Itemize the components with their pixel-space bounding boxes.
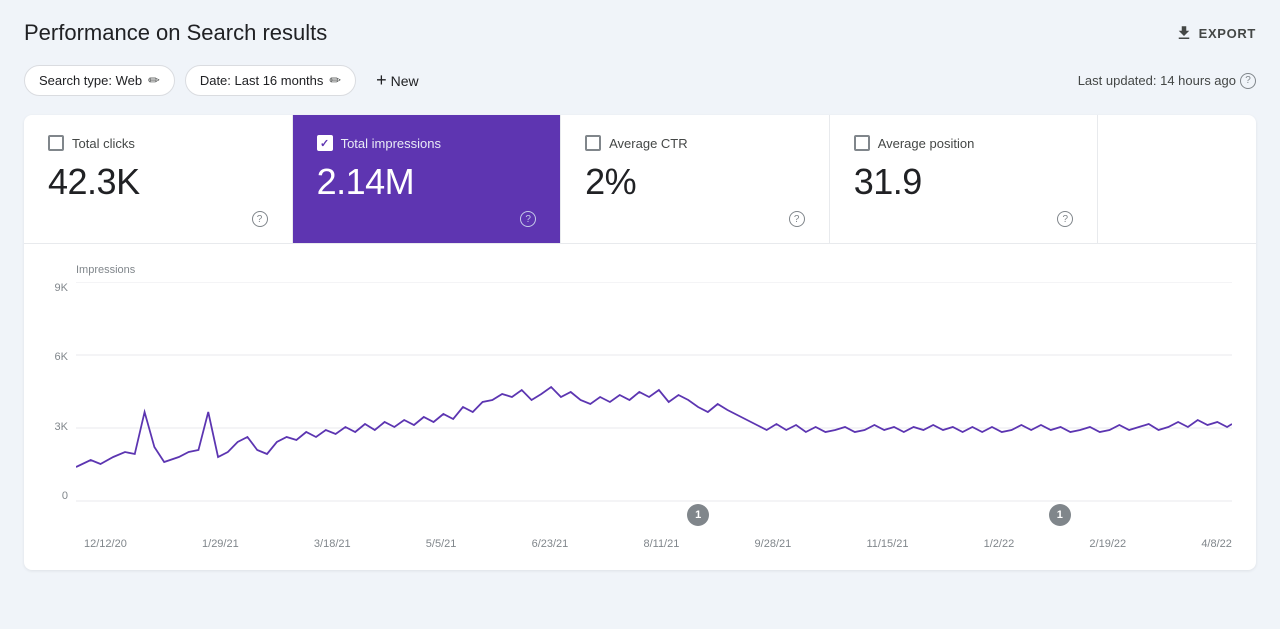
total-impressions-info-icon[interactable]: ? <box>520 211 536 227</box>
total-impressions-checkbox[interactable]: ✓ <box>317 135 333 151</box>
total-clicks-value: 42.3K <box>48 161 268 203</box>
last-updated: Last updated: 14 hours ago ? <box>1078 73 1256 89</box>
plus-icon: + <box>376 70 387 91</box>
average-position-label: Average position <box>878 136 975 151</box>
x-tick-5: 8/11/21 <box>643 538 679 550</box>
x-tick-7: 11/15/21 <box>866 538 908 550</box>
x-tick-6: 9/28/21 <box>755 538 792 550</box>
y-axis-label: Impressions <box>76 264 1232 276</box>
export-label: EXPORT <box>1199 26 1256 41</box>
x-tick-8: 1/2/22 <box>984 538 1015 550</box>
chart-plot <box>76 282 1232 502</box>
total-impressions-value: 2.14M <box>317 161 537 203</box>
checkmark-active-icon: ✓ <box>320 137 329 150</box>
date-label: Date: Last 16 months <box>200 73 324 88</box>
total-clicks-checkbox[interactable]: ✓ <box>48 135 64 151</box>
y-tick-9k: 9K <box>55 282 68 294</box>
total-impressions-label: Total impressions <box>341 136 441 151</box>
export-button[interactable]: EXPORT <box>1175 24 1256 42</box>
y-tick-0: 0 <box>62 490 68 502</box>
total-clicks-label: Total clicks <box>72 136 135 151</box>
average-position-checkbox[interactable]: ✓ <box>854 135 870 151</box>
x-tick-1: 1/29/21 <box>202 538 239 550</box>
annotation-dot-2[interactable]: 1 <box>1049 504 1071 526</box>
search-type-label: Search type: Web <box>39 73 142 88</box>
main-card: ✓ Total clicks 42.3K ? ✓ Total impressio… <box>24 115 1256 570</box>
total-clicks-info-icon[interactable]: ? <box>252 211 268 227</box>
metric-card-average-position[interactable]: ✓ Average position 31.9 ? <box>830 115 1099 243</box>
average-position-info-icon[interactable]: ? <box>1057 211 1073 227</box>
chart-svg <box>76 282 1232 502</box>
metrics-row: ✓ Total clicks 42.3K ? ✓ Total impressio… <box>24 115 1256 244</box>
metric-card-average-ctr[interactable]: ✓ Average CTR 2% ? <box>561 115 830 243</box>
x-tick-9: 2/19/22 <box>1089 538 1126 550</box>
search-type-filter[interactable]: Search type: Web ✏ <box>24 65 175 96</box>
chart-area: Impressions 9K 6K 3K 0 <box>24 244 1256 570</box>
x-axis: 12/12/20 1/29/21 3/18/21 5/5/21 6/23/21 … <box>84 538 1232 550</box>
y-tick-6k: 6K <box>55 351 68 363</box>
metric-card-total-clicks[interactable]: ✓ Total clicks 42.3K ? <box>24 115 293 243</box>
y-tick-3k: 3K <box>55 421 68 433</box>
x-tick-3: 5/5/21 <box>426 538 457 550</box>
average-ctr-label: Average CTR <box>609 136 688 151</box>
date-filter[interactable]: Date: Last 16 months ✏ <box>185 65 356 96</box>
x-tick-10: 4/8/22 <box>1201 538 1232 550</box>
average-ctr-value: 2% <box>585 161 805 203</box>
average-ctr-checkbox[interactable]: ✓ <box>585 135 601 151</box>
last-updated-text: Last updated: 14 hours ago <box>1078 73 1236 88</box>
annotations-row: 1 1 <box>84 504 1232 532</box>
download-icon <box>1175 24 1193 42</box>
date-edit-icon: ✏ <box>329 72 341 89</box>
metric-card-empty <box>1098 115 1256 243</box>
x-tick-0: 12/12/20 <box>84 538 127 550</box>
annotation-dot-1[interactable]: 1 <box>687 504 709 526</box>
page-title: Performance on Search results <box>24 20 327 46</box>
last-updated-info-icon[interactable]: ? <box>1240 73 1256 89</box>
average-position-value: 31.9 <box>854 161 1074 203</box>
filter-row: Search type: Web ✏ Date: Last 16 months … <box>24 64 1256 97</box>
new-button[interactable]: + New <box>366 64 429 97</box>
average-ctr-info-icon[interactable]: ? <box>789 211 805 227</box>
x-tick-2: 3/18/21 <box>314 538 351 550</box>
metric-card-total-impressions[interactable]: ✓ Total impressions 2.14M ? <box>293 115 562 243</box>
y-axis: 9K 6K 3K 0 <box>36 282 76 502</box>
x-tick-4: 6/23/21 <box>532 538 569 550</box>
new-label: New <box>391 73 419 89</box>
search-type-edit-icon: ✏ <box>148 72 160 89</box>
